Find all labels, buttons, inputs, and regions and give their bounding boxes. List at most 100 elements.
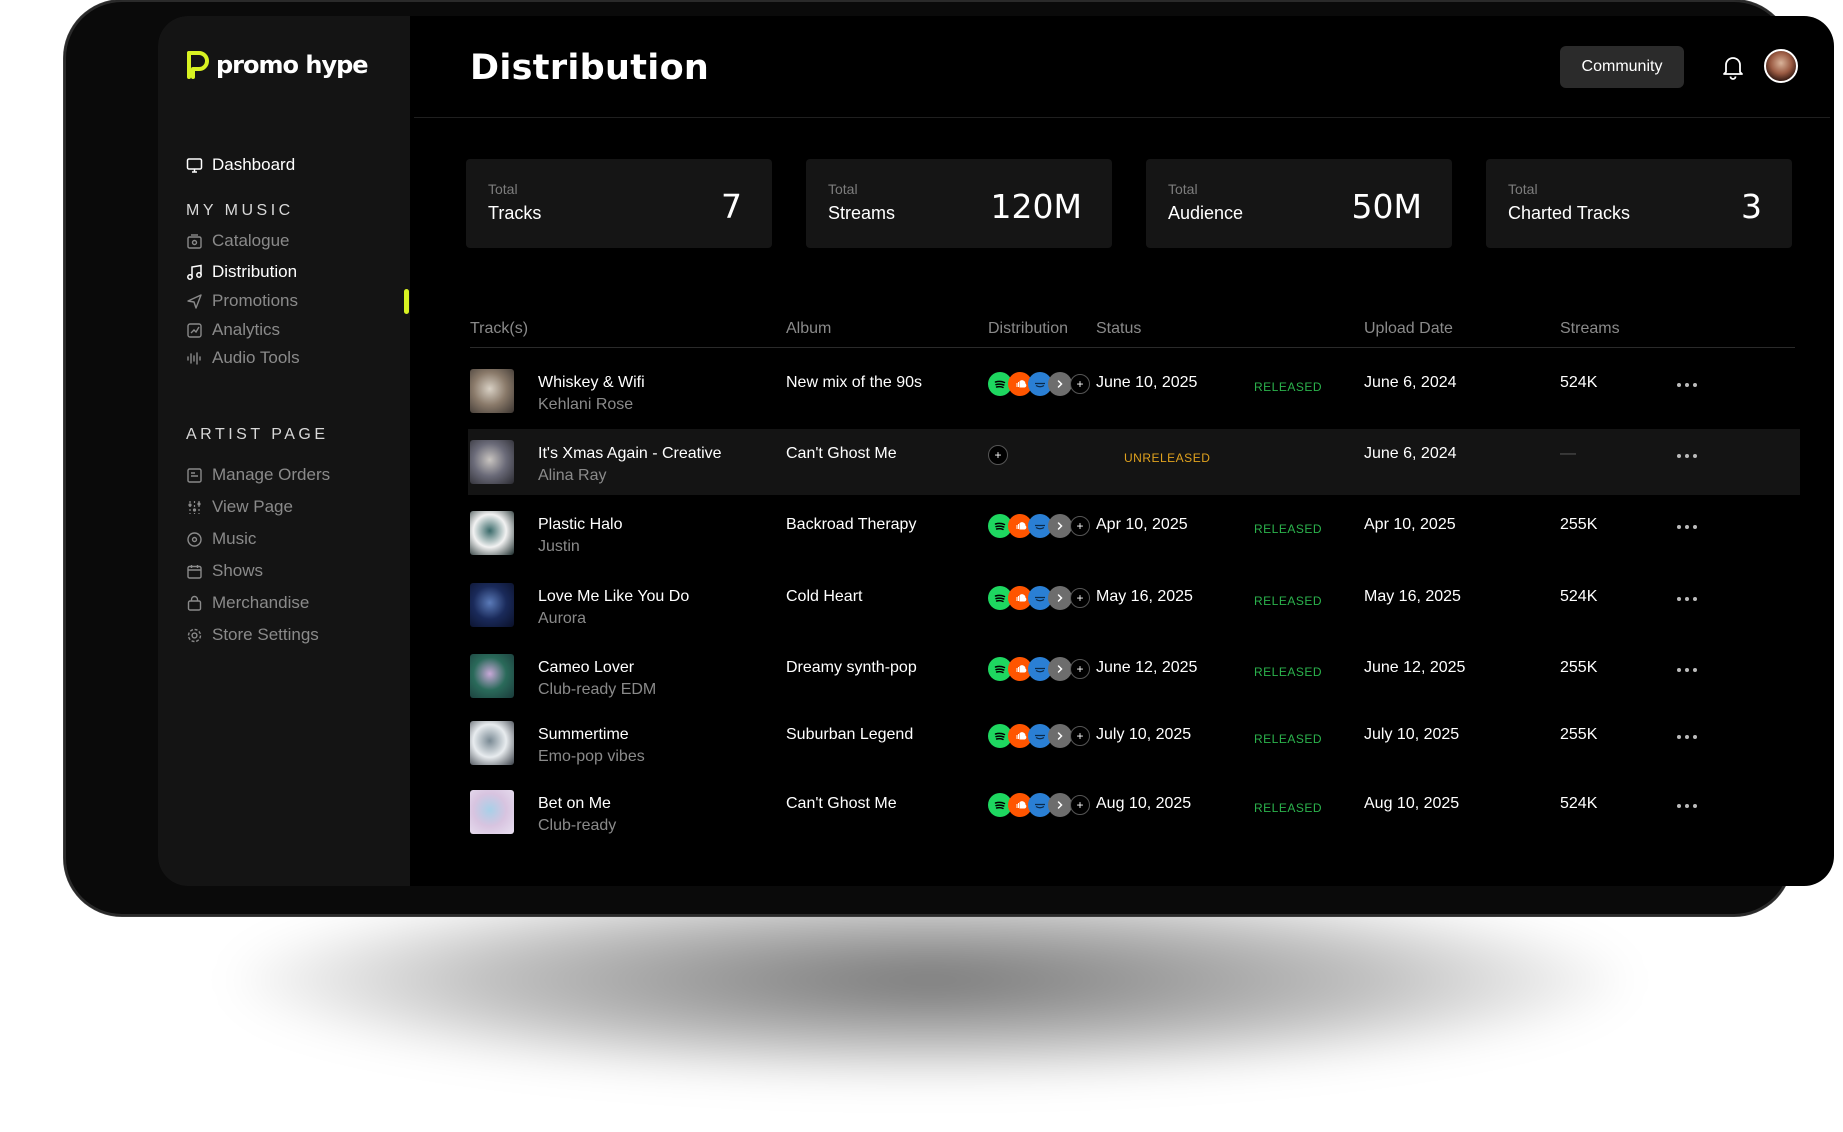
add-platform-icon[interactable]: + xyxy=(1070,795,1090,815)
sidebar-item-audio-tools[interactable]: Audio Tools xyxy=(186,348,300,368)
sidebar-item-label: Analytics xyxy=(212,320,281,339)
album-cover-thumbnail xyxy=(470,721,514,765)
bell-icon[interactable] xyxy=(1721,54,1745,80)
bag-icon xyxy=(186,595,203,612)
stat-caption: Total xyxy=(1508,181,1538,197)
sidebar-item-manage-orders[interactable]: Manage Orders xyxy=(186,465,330,485)
sidebar-item-shows[interactable]: Shows xyxy=(186,561,263,581)
track-artist: Emo-pop vibes xyxy=(538,748,645,765)
stat-caption: Total xyxy=(828,181,858,197)
add-platform-icon[interactable]: + xyxy=(1070,374,1090,394)
orders-icon xyxy=(186,467,203,484)
add-platform-icon[interactable]: + xyxy=(1070,516,1090,536)
stat-value: 7 xyxy=(721,187,742,226)
sidebar-item-view-page[interactable]: View Page xyxy=(186,497,293,517)
sidebar-item-catalogue[interactable]: Catalogue xyxy=(186,231,290,251)
upload-date: May 16, 2025 xyxy=(1364,588,1461,605)
table-row[interactable]: Whiskey & Wifi Kehlani Rose New mix of the… xyxy=(468,358,1800,424)
more-platforms-icon xyxy=(1048,586,1072,610)
more-options-icon[interactable] xyxy=(1677,665,1703,675)
logo[interactable]: promo hype xyxy=(184,50,369,80)
track-artist: Alina Ray xyxy=(538,467,607,484)
main-content: Distribution Community Total Tracks 7 To… xyxy=(410,16,1834,886)
sidebar-item-label: Merchandise xyxy=(212,593,310,612)
stat-value: 50M xyxy=(1351,187,1422,226)
album-name: Cold Heart xyxy=(786,588,863,605)
track-title[interactable]: Cameo Lover xyxy=(538,659,634,677)
column-header-upload-date[interactable]: Upload Date xyxy=(1364,320,1453,338)
sidebar-item-label: Audio Tools xyxy=(212,348,300,367)
table-row[interactable]: Summertime Emo-pop vibes Suburban Legend + J… xyxy=(468,710,1800,776)
more-platforms-icon xyxy=(1048,657,1072,681)
status-date: June 12, 2025 xyxy=(1096,659,1198,676)
more-platforms-icon xyxy=(1048,372,1072,396)
column-header-album[interactable]: Album xyxy=(786,320,831,338)
sidebar-item-label: Music xyxy=(212,529,257,548)
column-header-streams[interactable]: Streams xyxy=(1560,320,1620,338)
upload-date: June 6, 2024 xyxy=(1364,374,1457,391)
status-date: Apr 10, 2025 xyxy=(1096,516,1188,533)
table-row[interactable]: Love Me Like You Do Aurora Cold Heart + May … xyxy=(468,572,1800,638)
community-button[interactable]: Community xyxy=(1560,46,1684,88)
stream-count: 255K xyxy=(1560,659,1598,676)
column-header-status[interactable]: Status xyxy=(1096,320,1141,338)
stat-value: 3 xyxy=(1741,187,1762,226)
stream-count: 524K xyxy=(1560,588,1598,605)
stat-card-audience: Total Audience 50M xyxy=(1146,159,1452,248)
add-platform-icon[interactable]: + xyxy=(1070,588,1090,608)
table-row[interactable]: Plastic Halo Justin Backroad Therapy + Apr 1… xyxy=(468,500,1800,566)
section-title-my-music: MY MUSIC xyxy=(186,202,294,219)
table-row[interactable]: It's Xmas Again - Creative Alina Ray Can't… xyxy=(468,429,1800,495)
album-cover-thumbnail xyxy=(470,511,514,555)
status-date: June 10, 2025 xyxy=(1096,374,1198,391)
add-platform-icon[interactable]: + xyxy=(1070,726,1090,746)
track-artist: Club-ready EDM xyxy=(538,681,657,698)
track-title[interactable]: Bet on Me xyxy=(538,795,611,813)
sidebar-item-distribution[interactable]: Distribution xyxy=(186,262,297,282)
table-row[interactable]: Bet on Me Club-ready Can't Ghost Me + Aug 10… xyxy=(468,779,1800,845)
stream-count: 255K xyxy=(1560,726,1598,743)
stat-caption: Total xyxy=(488,181,518,197)
sidebar-item-music[interactable]: Music xyxy=(186,529,256,549)
more-options-icon[interactable] xyxy=(1677,732,1703,742)
status-badge: RELEASED xyxy=(1254,801,1323,815)
add-platform-icon[interactable]: + xyxy=(1070,659,1090,679)
add-platform-icon[interactable]: + xyxy=(988,445,1008,465)
more-options-icon[interactable] xyxy=(1677,522,1703,532)
sidebar-item-merchandise[interactable]: Merchandise xyxy=(186,593,309,613)
stat-value: 120M xyxy=(990,187,1082,226)
more-options-icon[interactable] xyxy=(1677,594,1703,604)
stat-card-tracks: Total Tracks 7 xyxy=(466,159,772,248)
more-options-icon[interactable] xyxy=(1677,380,1703,390)
status-badge: RELEASED xyxy=(1254,665,1323,679)
catalogue-icon xyxy=(186,233,203,250)
sidebar-item-analytics[interactable]: Analytics xyxy=(186,320,280,340)
album-name: Suburban Legend xyxy=(786,726,914,743)
waveform-icon xyxy=(186,350,203,367)
track-title[interactable]: Whiskey & Wifi xyxy=(538,374,645,392)
user-avatar[interactable] xyxy=(1764,49,1798,83)
stream-count: 524K xyxy=(1560,374,1598,391)
more-options-icon[interactable] xyxy=(1677,801,1703,811)
header-divider xyxy=(414,117,1830,118)
sidebar-item-promotions[interactable]: Promotions xyxy=(186,291,298,311)
track-title[interactable]: Summertime xyxy=(538,726,629,744)
table-header-divider xyxy=(470,347,1795,348)
distribution-platforms: + xyxy=(988,443,1118,467)
sidebar-item-label: Manage Orders xyxy=(212,465,331,484)
track-artist: Kehlani Rose xyxy=(538,396,634,413)
sidebar-item-store-settings[interactable]: Store Settings xyxy=(186,625,319,645)
track-title[interactable]: Plastic Halo xyxy=(538,516,622,534)
more-options-icon[interactable] xyxy=(1677,451,1703,461)
album-name: New mix of the 90s xyxy=(786,374,923,391)
table-row[interactable]: Cameo Lover Club-ready EDM Dreamy synth-po… xyxy=(468,643,1800,709)
sidebar-item-label: Shows xyxy=(212,561,264,580)
stream-count: 255K xyxy=(1560,516,1598,533)
column-header-distribution[interactable]: Distribution xyxy=(988,320,1068,338)
track-title[interactable]: Love Me Like You Do xyxy=(538,588,689,606)
sidebar-item-dashboard[interactable]: Dashboard xyxy=(186,155,295,175)
track-title[interactable]: It's Xmas Again - Creative xyxy=(538,445,722,463)
music-note-icon xyxy=(186,264,203,281)
sidebar-item-label: Store Settings xyxy=(212,625,319,644)
column-header-tracks[interactable]: Track(s) xyxy=(470,320,528,338)
